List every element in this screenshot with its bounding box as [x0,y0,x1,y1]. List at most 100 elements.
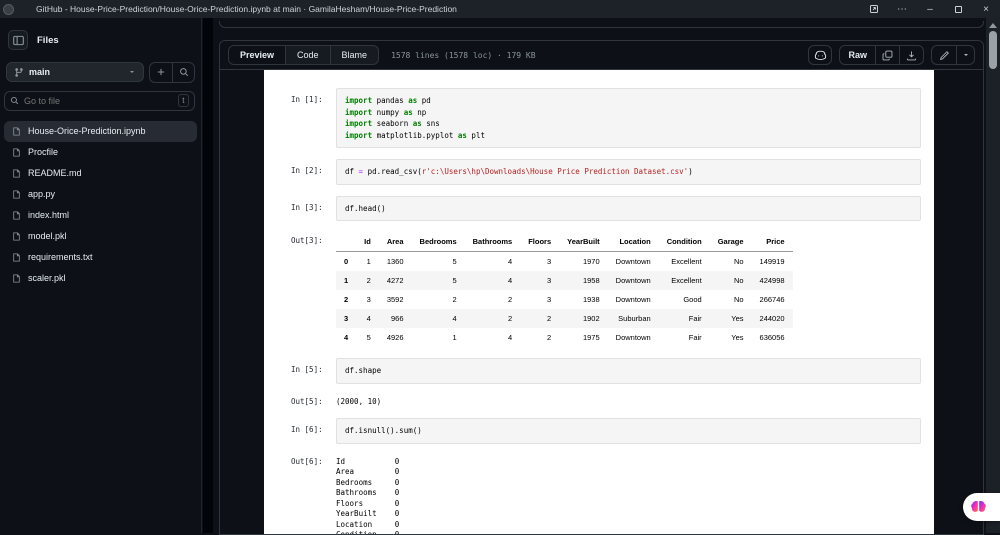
table-cell: 4 [465,271,521,290]
minimize-button[interactable]: – [916,0,944,18]
branch-selector[interactable]: main [6,62,144,82]
file-item[interactable]: Procfile [4,142,197,163]
table-cell: Yes [710,328,752,347]
table-cell: Fair [659,328,710,347]
cell-content: df.isnull().sum() [336,418,921,444]
maximize-icon [955,6,962,13]
file-name: Procfile [28,147,58,157]
close-button[interactable]: × [972,0,1000,18]
cell-prompt: In [6]: [291,418,336,444]
raw-actions-group: Raw [839,45,924,65]
file-name: House-Orice-Prediction.ipynb [28,126,146,136]
file-item[interactable]: requirements.txt [4,247,197,268]
file-icon [12,252,21,263]
cell-content: df.shape [336,358,921,384]
table-cell: 636056 [752,328,793,347]
go-to-file-input[interactable] [24,96,173,106]
table-cell: Downtown [608,271,659,290]
add-file-button[interactable] [150,63,172,82]
file-item[interactable]: scaler.pkl [4,268,197,289]
notebook-cell: In [6]:df.isnull().sum() [291,418,934,444]
table-cell: Suburban [608,309,659,328]
table-cell: No [710,290,752,309]
table-cell: 2 [465,290,521,309]
cell-content: import pandas as pdimport numpy as npimp… [336,88,921,148]
search-files-button[interactable] [172,63,194,82]
plus-icon [156,67,166,77]
table-cell: 424998 [752,271,793,290]
file-icon [12,189,21,200]
maximize-button[interactable] [944,0,972,18]
more-options-button[interactable]: ⋯ [888,0,916,18]
table-cell: 2 [336,290,356,309]
main-content: Preview Code Blame 1578 lines (1578 loc)… [213,18,1000,533]
raw-button[interactable]: Raw [840,46,875,64]
chevron-down-icon [962,51,970,59]
cell-prompt: Out[3]: [291,232,336,347]
code-cell: import pandas as pdimport numpy as npimp… [336,88,921,148]
dataframe-table: IdAreaBedroomsBathroomsFloorsYearBuiltLo… [336,232,793,347]
close-icon: × [983,4,989,15]
brain-icon [970,500,987,515]
table-cell: 3 [356,290,379,309]
copilot-button[interactable] [808,45,832,65]
table-cell: 5 [356,328,379,347]
table-row: 0113605431970DowntownExcellentNo149919 [336,252,793,272]
file-name: scaler.pkl [28,273,66,283]
table-cell: 3 [520,271,559,290]
file-item[interactable]: House-Orice-Prediction.ipynb [4,121,197,142]
file-tree: House-Orice-Prediction.ipynb Procfile RE… [4,121,197,289]
search-icon [10,96,19,105]
table-cell: 3592 [379,290,412,309]
file-item[interactable]: README.md [4,163,197,184]
file-item[interactable]: model.pkl [4,226,197,247]
search-icon [179,67,189,77]
git-branch-icon [14,67,24,78]
download-raw-button[interactable] [899,46,923,64]
sidebar-title: Files [37,35,59,46]
tab-code[interactable]: Code [285,46,330,64]
cell-content: df.head() [336,196,921,222]
table-cell: 2 [465,309,521,328]
app-icon [3,4,14,15]
table-cell: 3 [520,290,559,309]
window-titlebar: GitHub - House-Price-Prediction/House-Or… [0,0,1000,18]
minimize-icon: – [927,4,933,15]
files-sidebar: Files main [0,18,202,533]
table-cell: 1 [336,271,356,290]
tab-restore-button[interactable] [860,0,888,18]
table-row: 2335922231938DowntownGoodNo266746 [336,290,793,309]
file-item[interactable]: app.py [4,184,197,205]
file-info: 1578 lines (1578 loc) · 179 KB [391,51,536,60]
page-scrollbar[interactable] [986,18,1000,533]
copy-raw-button[interactable] [875,46,899,64]
tab-blame[interactable]: Blame [330,46,379,64]
panel-divider [203,18,213,533]
cell-prompt: In [2]: [291,159,336,185]
tab-preview[interactable]: Preview [229,46,285,64]
table-header-cell: Floors [520,232,559,252]
table-cell: 5 [412,252,465,272]
table-cell: 1 [412,328,465,347]
ai-assistant-badge[interactable] [963,493,1000,521]
go-to-file-box[interactable]: t [4,91,195,111]
collapse-sidebar-button[interactable] [8,30,28,50]
cell-content: (2000, 10) [336,395,381,408]
table-cell: 0 [336,252,356,272]
table-cell: Excellent [659,252,710,272]
cell-prompt: Out[6]: [291,455,336,535]
edit-button[interactable] [932,46,956,64]
cell-prompt: In [3]: [291,196,336,222]
notebook-cell: In [5]:df.shape [291,358,934,384]
branch-name: main [29,67,123,77]
cell-prompt: Out[5]: [291,395,336,408]
scrollbar-thumb[interactable] [989,31,997,69]
file-view-container: Preview Code Blame 1578 lines (1578 loc)… [219,40,984,535]
pencil-icon [939,50,950,61]
table-header-cell: Id [356,232,379,252]
scroll-up-arrow-icon[interactable] [989,23,997,28]
file-item[interactable]: index.html [4,205,197,226]
edit-dropdown-button[interactable] [956,46,974,64]
notebook-cell: Out[5]:(2000, 10) [291,395,934,408]
table-cell: 4 [412,309,465,328]
